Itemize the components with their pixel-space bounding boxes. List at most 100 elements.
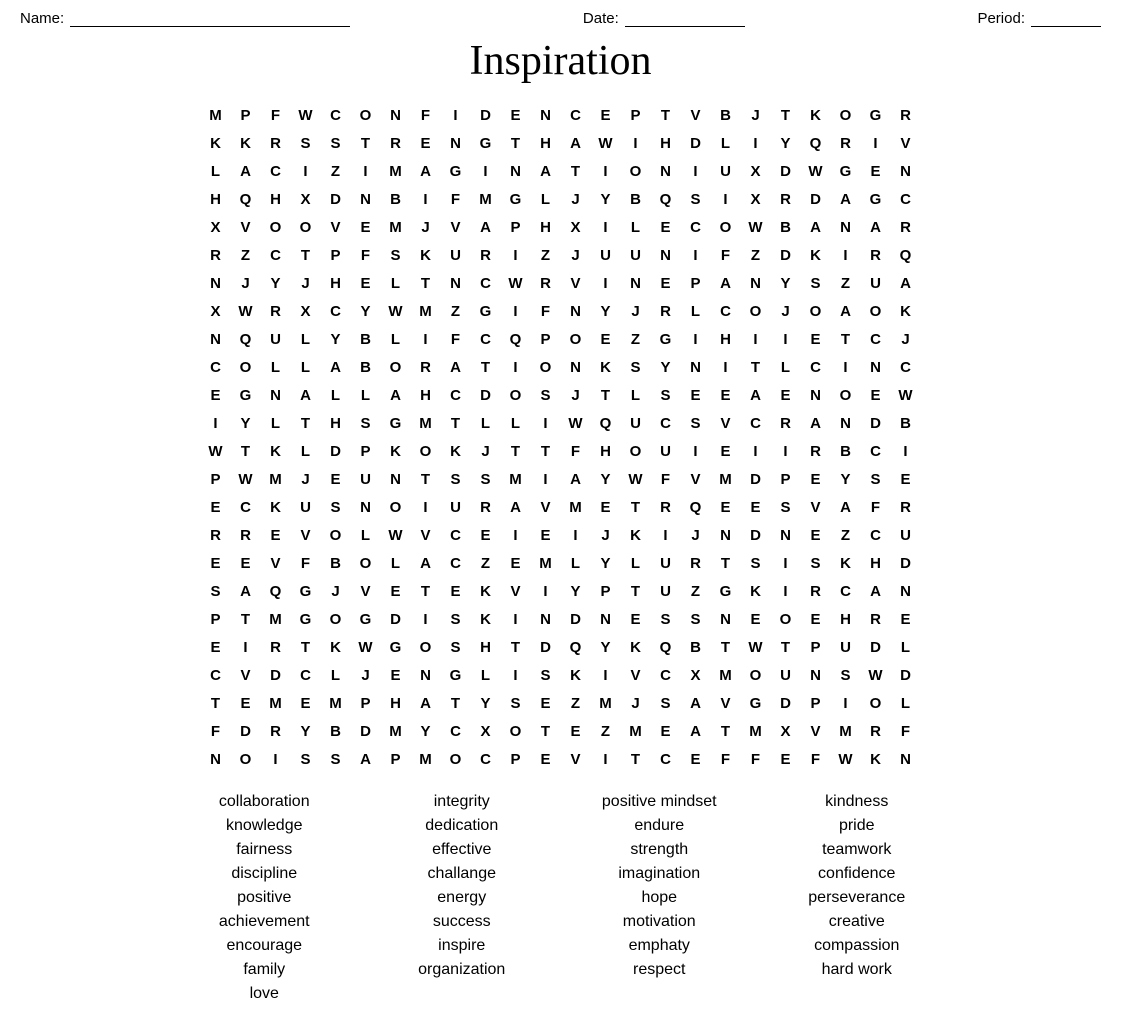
grid-cell: V [231,661,261,689]
grid-cell: T [231,437,261,465]
grid-cell: R [471,241,501,269]
grid-cell: U [861,269,891,297]
grid-cell: J [411,213,441,241]
grid-cell: T [621,745,651,773]
grid-cell: B [321,717,351,745]
grid-cell: G [441,661,471,689]
grid-cell: R [771,185,801,213]
grid-cell: K [201,129,231,157]
grid-cell: V [621,661,651,689]
grid-cell: D [351,717,381,745]
grid-cell: N [831,213,861,241]
grid-cell: P [201,465,231,493]
grid-cell: N [351,185,381,213]
grid-cell: E [741,493,771,521]
grid-cell: O [231,745,261,773]
grid-cell: X [291,297,321,325]
list-item: positive mindset [566,793,754,811]
grid-cell: L [681,297,711,325]
grid-cell: H [591,437,621,465]
grid-cell: E [291,689,321,717]
grid-cell: T [831,325,861,353]
grid-cell: J [591,521,621,549]
grid-cell: M [711,465,741,493]
grid-cell: A [411,549,441,577]
grid-cell: A [321,353,351,381]
grid-cell: W [621,465,651,493]
grid-cell: F [711,241,741,269]
grid-cell: Y [351,297,381,325]
list-item: motivation [566,913,754,931]
grid-cell: C [321,101,351,129]
grid-cell: I [741,325,771,353]
grid-cell: D [861,409,891,437]
grid-cell: U [621,241,651,269]
grid-cell: T [561,157,591,185]
grid-cell: D [231,717,261,745]
grid-cell: F [201,717,231,745]
grid-cell: R [681,549,711,577]
grid-cell: Q [891,241,921,269]
grid-cell: O [321,521,351,549]
grid-cell: A [471,213,501,241]
grid-cell: Y [291,717,321,745]
grid-cell: G [501,185,531,213]
grid-cell: C [441,521,471,549]
grid-cell: S [681,605,711,633]
grid-cell: A [411,689,441,717]
grid-cell: Q [501,325,531,353]
grid-cell: X [291,185,321,213]
grid-cell: L [891,633,921,661]
grid-cell: A [831,493,861,521]
grid-cell: Y [231,409,261,437]
grid-cell: E [891,605,921,633]
grid-cell: E [801,465,831,493]
grid-cell: E [801,325,831,353]
list-item: integrity [368,793,556,811]
grid-cell: P [591,577,621,605]
grid-cell: B [771,213,801,241]
grid-cell: K [621,633,651,661]
grid-cell: V [891,129,921,157]
grid-cell: D [531,633,561,661]
grid-cell: G [351,605,381,633]
grid-cell: O [711,213,741,241]
grid-cell: W [381,297,411,325]
grid-cell: K [261,493,291,521]
grid-cell: Q [561,633,591,661]
list-item: achievement [171,913,359,931]
grid-cell: S [831,661,861,689]
grid-cell: J [891,325,921,353]
grid-cell: S [321,745,351,773]
grid-cell: T [621,577,651,605]
grid-cell: F [441,185,471,213]
grid-cell: R [891,493,921,521]
grid-cell: E [561,717,591,745]
grid-cell: C [651,409,681,437]
grid-cell: K [831,549,861,577]
grid-cell: Q [261,577,291,605]
grid-cell: I [531,409,561,437]
grid-cell: I [411,605,441,633]
grid-cell: S [861,465,891,493]
grid-cell: I [501,353,531,381]
grid-cell: E [591,101,621,129]
grid-cell: U [291,493,321,521]
grid-cell: N [381,101,411,129]
grid-cell: T [741,353,771,381]
grid-cell: I [501,241,531,269]
grid-cell: D [561,605,591,633]
grid-cell: K [621,521,651,549]
grid-cell: J [291,465,321,493]
grid-cell: C [471,325,501,353]
grid-cell: M [261,465,291,493]
grid-cell: O [501,717,531,745]
grid-cell: R [261,633,291,661]
list-item: perseverance [763,889,951,907]
grid-cell: O [861,297,891,325]
grid-cell: C [681,213,711,241]
grid-cell: N [411,661,441,689]
grid-cell: V [801,493,831,521]
grid-cell: T [471,353,501,381]
grid-cell: E [621,605,651,633]
